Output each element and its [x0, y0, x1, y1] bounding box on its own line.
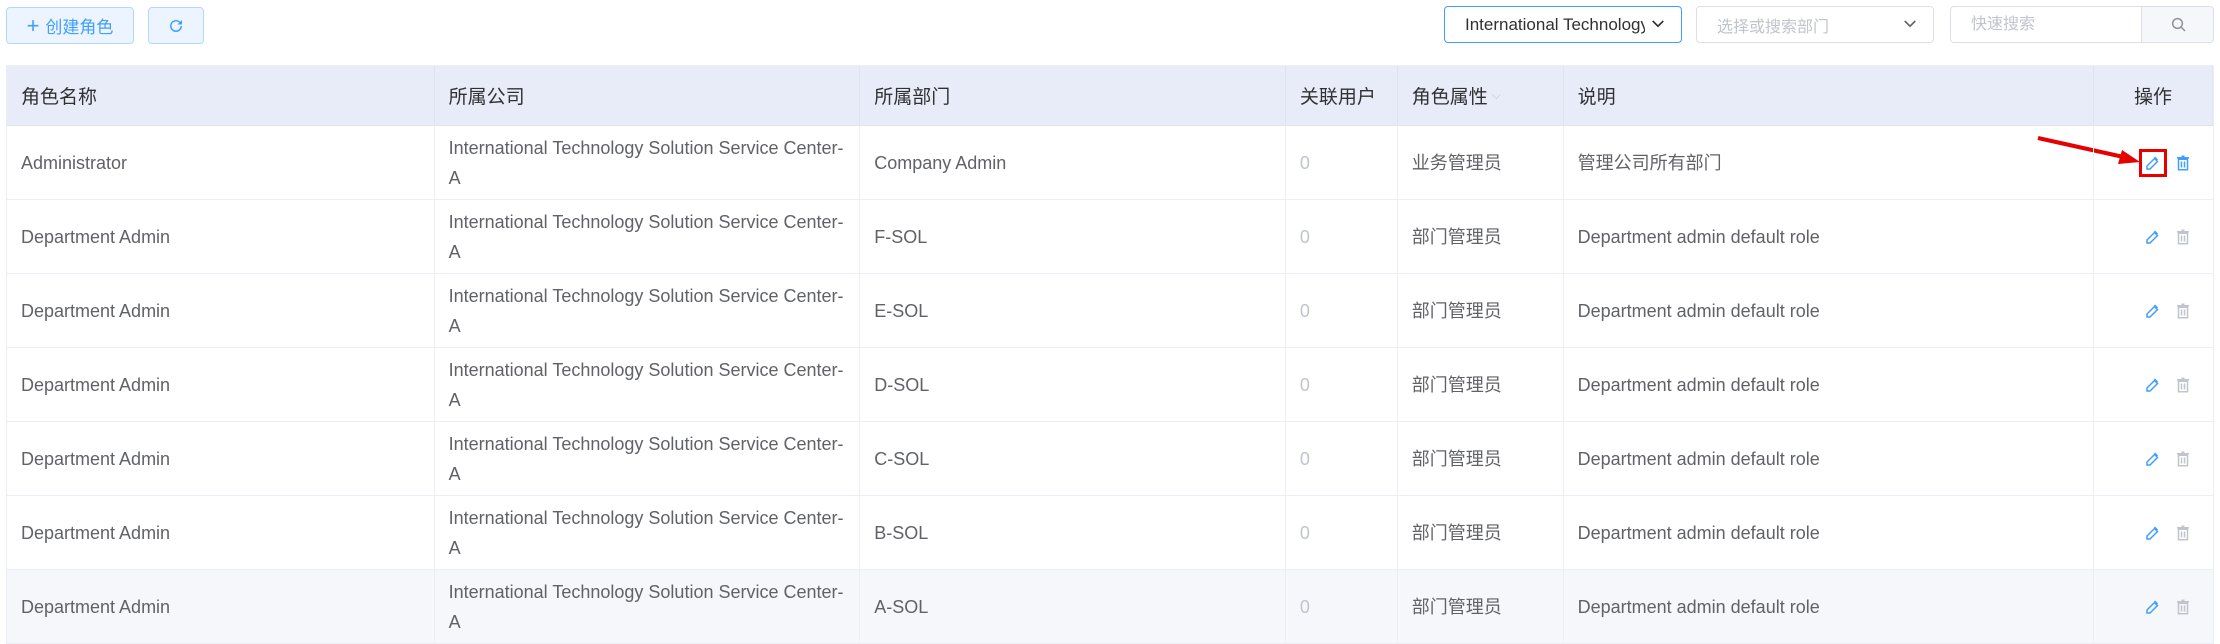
cell-role-type: 部门管理员 [1398, 348, 1564, 421]
cell-company: International Technology Solution Servic… [435, 126, 861, 199]
search-button[interactable] [2141, 7, 2213, 42]
cell-department: D-SOL [860, 348, 1286, 421]
cell-description: Department admin default role [1564, 348, 2095, 421]
delete-icon[interactable] [2173, 449, 2193, 469]
delete-icon[interactable] [2173, 375, 2193, 395]
cell-company: International Technology Solution Servic… [435, 274, 861, 347]
edit-icon[interactable] [2143, 449, 2163, 469]
plus-icon: + [26, 12, 40, 38]
cell-company: International Technology Solution Servic… [435, 348, 861, 421]
delete-icon[interactable] [2173, 523, 2193, 543]
cell-linked-users: 0 [1286, 126, 1398, 199]
refresh-button[interactable] [148, 7, 204, 44]
col-role-type-label: 角色属性 [1411, 87, 1488, 108]
cell-department: F-SOL [860, 200, 1286, 273]
quick-search-input[interactable] [1951, 7, 2141, 42]
company-select-value: International Technology Solution Servic… [1465, 14, 1645, 34]
col-department: 所属部门 [860, 66, 1286, 125]
cell-actions [2094, 348, 2213, 421]
cell-description: Department admin default role [1564, 422, 2095, 495]
cell-department: C-SOL [860, 422, 1286, 495]
table-row: Administrator International Technology S… [7, 126, 2213, 200]
cell-role-type: 部门管理员 [1398, 274, 1564, 347]
cell-role-type: 部门管理员 [1398, 570, 1564, 643]
table-row: Department Admin International Technolog… [7, 422, 2213, 496]
cell-role-name: Department Admin [7, 348, 435, 421]
create-role-label: 创建角色 [45, 18, 114, 37]
col-role-name: 角色名称 [7, 66, 435, 125]
cell-role-type: 部门管理员 [1398, 200, 1564, 273]
cell-role-name: Department Admin [7, 422, 435, 495]
cell-role-name: Department Admin [7, 496, 435, 569]
cell-linked-users: 0 [1286, 274, 1398, 347]
cell-role-type: 部门管理员 [1398, 422, 1564, 495]
table-row: Department Admin International Technolog… [7, 200, 2213, 274]
cell-linked-users: 0 [1286, 496, 1398, 569]
cell-actions [2094, 126, 2213, 199]
delete-icon[interactable] [2173, 597, 2193, 617]
cell-department: E-SOL [860, 274, 1286, 347]
cell-company: International Technology Solution Servic… [435, 200, 861, 273]
table-row: Department Admin International Technolog… [7, 496, 2213, 570]
department-select-placeholder: 选择或搜索部门 [1717, 18, 1830, 36]
table-row: Department Admin International Technolog… [7, 348, 2213, 422]
sort-caret-icon[interactable]: ⌵ [1492, 88, 1501, 103]
cell-description: Department admin default role [1564, 274, 2095, 347]
cell-department: A-SOL [860, 570, 1286, 643]
col-description: 说明 [1564, 66, 2095, 125]
edit-icon[interactable] [2143, 227, 2163, 247]
cell-description: 管理公司所有部门 [1564, 126, 2095, 199]
edit-icon[interactable] [2143, 523, 2163, 543]
col-actions: 操作 [2094, 66, 2213, 125]
cell-actions [2094, 496, 2213, 569]
roles-table: 角色名称 所属公司 所属部门 关联用户 角色属性 ⌵ 说明 操作 Adminis… [6, 65, 2214, 644]
edit-icon[interactable] [2143, 301, 2163, 321]
edit-icon[interactable] [2143, 375, 2163, 395]
cell-role-type: 业务管理员 [1398, 126, 1564, 199]
cell-actions [2094, 422, 2213, 495]
chevron-down-icon [1904, 20, 1916, 28]
cell-role-name: Administrator [7, 126, 435, 199]
cell-actions [2094, 274, 2213, 347]
col-company: 所属公司 [435, 66, 861, 125]
delete-icon[interactable] [2173, 301, 2193, 321]
cell-role-name: Department Admin [7, 570, 435, 643]
cell-role-name: Department Admin [7, 200, 435, 273]
cell-actions [2094, 200, 2213, 273]
table-header: 角色名称 所属公司 所属部门 关联用户 角色属性 ⌵ 说明 操作 [7, 66, 2213, 126]
company-select[interactable]: International Technology Solution Servic… [1444, 6, 1682, 43]
cell-company: International Technology Solution Servic… [435, 496, 861, 569]
cell-description: Department admin default role [1564, 200, 2095, 273]
cell-company: International Technology Solution Servic… [435, 570, 861, 643]
search-icon [2171, 17, 2186, 32]
table-row: Department Admin International Technolog… [7, 274, 2213, 348]
quick-search [1950, 6, 2214, 43]
edit-icon[interactable] [2139, 148, 2168, 177]
cell-role-type: 部门管理员 [1398, 496, 1564, 569]
col-linked-users: 关联用户 [1286, 66, 1398, 125]
cell-role-name: Department Admin [7, 274, 435, 347]
cell-linked-users: 0 [1286, 348, 1398, 421]
cell-description: Department admin default role [1564, 496, 2095, 569]
col-role-type[interactable]: 角色属性 ⌵ [1398, 66, 1564, 125]
department-select[interactable]: 选择或搜索部门 [1696, 6, 1934, 43]
delete-icon[interactable] [2173, 153, 2193, 173]
edit-icon[interactable] [2143, 597, 2163, 617]
chevron-down-icon [1652, 20, 1664, 28]
cell-department: B-SOL [860, 496, 1286, 569]
cell-company: International Technology Solution Servic… [435, 422, 861, 495]
refresh-icon [170, 19, 182, 32]
cell-description: Department admin default role [1564, 570, 2095, 643]
cell-department: Company Admin [860, 126, 1286, 199]
create-role-button[interactable]: + 创建角色 [6, 7, 134, 44]
toolbar: + 创建角色 International Technology Solution… [0, 0, 2220, 56]
cell-linked-users: 0 [1286, 570, 1398, 643]
cell-actions [2094, 570, 2213, 643]
cell-linked-users: 0 [1286, 200, 1398, 273]
delete-icon[interactable] [2173, 227, 2193, 247]
cell-linked-users: 0 [1286, 422, 1398, 495]
table-row: Department Admin International Technolog… [7, 570, 2213, 644]
